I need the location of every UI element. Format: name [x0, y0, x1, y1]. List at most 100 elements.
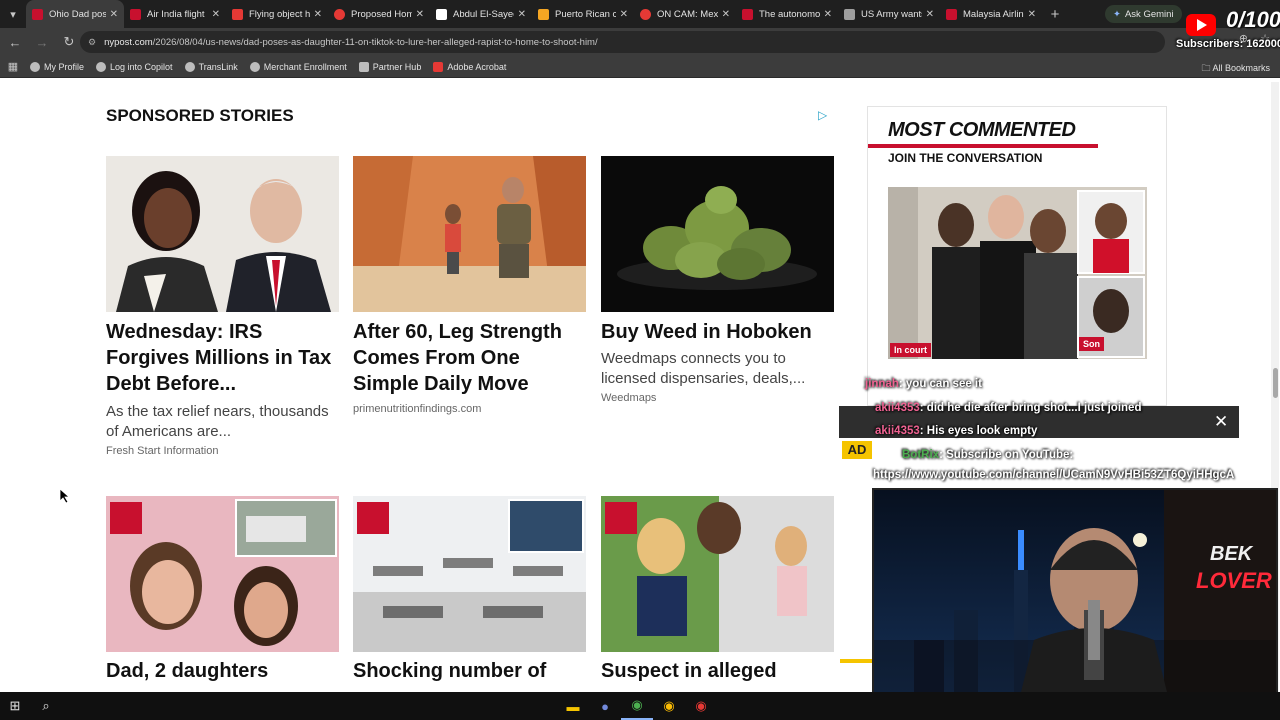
- reload-icon[interactable]: ↻: [57, 30, 81, 54]
- scrollbar-thumb[interactable]: [1273, 368, 1278, 398]
- close-icon[interactable]: ✕: [824, 9, 832, 20]
- bookmark-translink[interactable]: TransLink: [184, 61, 238, 72]
- chat-user: jinnah: [865, 378, 899, 390]
- bookmark-label: My Profile: [44, 61, 85, 72]
- chat-message: akii4353: did he die after bring shot...…: [875, 402, 1141, 414]
- close-icon[interactable]: ✕: [1214, 412, 1228, 432]
- adchoices-icon[interactable]: ▷: [818, 108, 832, 122]
- accent-bar: [868, 144, 1098, 148]
- chat-message: jinnah: you can see it: [865, 378, 982, 390]
- card-title-dad-daughters[interactable]: Dad, 2 daughters: [106, 658, 339, 684]
- adobe-icon: [433, 61, 444, 72]
- taskbar: ⊞ ⌕ ▬ ● ◉ ◉ ◉: [0, 692, 1280, 720]
- sponsored-heading: SPONSORED STORIES: [106, 106, 294, 125]
- subscriber-count: Subscribers: 162000: [1176, 38, 1280, 50]
- ask-gemini-button[interactable]: ✦ Ask Gemini: [1105, 5, 1182, 23]
- card-image-leg-strength[interactable]: [353, 156, 586, 312]
- chat-text: : did he die after bring shot...I just j…: [919, 402, 1142, 414]
- tab-label: Proposed Hom: [351, 8, 412, 20]
- bookmark-adobe-acrobat[interactable]: Adobe Acrobat: [433, 61, 507, 72]
- card-photo: [601, 496, 834, 652]
- new-tab-button[interactable]: +: [1042, 6, 1068, 23]
- tab-label: US Army wants: [861, 8, 922, 20]
- bookmark-merchant-enrollment[interactable]: Merchant Enrollment: [249, 61, 347, 72]
- close-icon[interactable]: ✕: [620, 9, 628, 20]
- close-icon[interactable]: ✕: [212, 9, 220, 20]
- card-image-irs[interactable]: [106, 156, 339, 312]
- chat-user: akii4353: [875, 425, 920, 437]
- tab-9[interactable]: Malaysia Airlin ✕: [940, 0, 1042, 28]
- tab-search-icon[interactable]: ▾: [0, 0, 26, 28]
- card-image-weed[interactable]: [601, 156, 834, 312]
- card-image-classroom[interactable]: [353, 496, 586, 652]
- tab-8[interactable]: US Army wants ✕: [838, 0, 940, 28]
- card-image-suspect[interactable]: [601, 496, 834, 652]
- forward-arrow-icon[interactable]: →: [30, 30, 54, 54]
- card-image-dad-daughters[interactable]: [106, 496, 339, 652]
- tab-label: ON CAM: Mex: [657, 8, 718, 20]
- tab-label: Malaysia Airlin: [963, 8, 1024, 20]
- site-info-icon[interactable]: ⚙: [88, 37, 96, 48]
- tab-6[interactable]: ON CAM: Mex ✕: [634, 0, 736, 28]
- tab-bar: ▾ Ohio Dad poses ✕ Air India flight ✕ Fl…: [0, 0, 1280, 28]
- tab-7[interactable]: The autonomo ✕: [736, 0, 838, 28]
- tab-4[interactable]: Abdul El-Sayed ✕: [430, 0, 532, 28]
- tab-0[interactable]: Ohio Dad poses ✕: [26, 0, 124, 28]
- app-icon[interactable]: ◉: [685, 692, 717, 720]
- apps-grid-icon[interactable]: ▦: [0, 60, 26, 73]
- most-commented-image[interactable]: In court Son: [888, 187, 1147, 359]
- badge-in-court: In court: [890, 343, 931, 357]
- card-photo: [353, 496, 586, 652]
- close-icon[interactable]: ✕: [926, 9, 934, 20]
- card-source-weed[interactable]: Weedmaps: [601, 392, 834, 404]
- card-desc-weed: Weedmaps connects you to licensed dispen…: [601, 350, 806, 387]
- close-icon[interactable]: ✕: [416, 9, 424, 20]
- favicon-icon: [436, 8, 447, 20]
- tab-label: Ohio Dad poses: [49, 8, 106, 20]
- bookmark-copilot[interactable]: Log into Copilot: [96, 61, 173, 72]
- favicon-icon: [844, 8, 855, 20]
- bookmark-label: Merchant Enrollment: [263, 61, 347, 72]
- discord-icon[interactable]: ●: [589, 692, 621, 720]
- tab-3[interactable]: Proposed Hom ✕: [328, 0, 430, 28]
- chrome-profile-icon[interactable]: ◉: [653, 692, 685, 720]
- close-icon[interactable]: ✕: [722, 9, 730, 20]
- close-icon[interactable]: ✕: [1028, 9, 1036, 20]
- chrome-icon[interactable]: ◉: [621, 692, 653, 720]
- card-title-classroom[interactable]: Shocking number of: [353, 658, 586, 684]
- card-source-leg-strength[interactable]: primenutritionfindings.com: [353, 403, 586, 415]
- merchant-icon: [249, 61, 260, 72]
- card-title-irs[interactable]: Wednesday: IRS Forgives Millions in Tax …: [106, 319, 339, 397]
- file-explorer-icon[interactable]: ▬: [557, 692, 589, 720]
- bookmark-partner-hub[interactable]: Partner Hub: [358, 61, 421, 72]
- tab-2[interactable]: Flying object h ✕: [226, 0, 328, 28]
- tab-label: Abdul El-Sayed: [453, 8, 514, 20]
- nypost-favicon-icon: [742, 8, 753, 20]
- join-conversation-link[interactable]: JOIN THE CONVERSATION: [888, 151, 1042, 165]
- chat-link: https://www.youtube.com/channel/UCamN9Vv…: [873, 469, 1235, 481]
- close-icon[interactable]: ✕: [518, 9, 526, 20]
- tab-1[interactable]: Air India flight ✕: [124, 0, 226, 28]
- close-icon[interactable]: ✕: [110, 9, 118, 20]
- back-arrow-icon[interactable]: ←: [3, 30, 27, 54]
- chat-user: akii4353: [875, 402, 920, 414]
- overlay-accent: [840, 659, 872, 663]
- card-source-irs[interactable]: Fresh Start Information: [106, 445, 339, 457]
- bookmarks-bar: ▦ My Profile Log into Copilot TransLink …: [0, 56, 1280, 78]
- card-title-weed[interactable]: Buy Weed in Hoboken: [601, 319, 834, 345]
- all-bookmarks-button[interactable]: 🗀 All Bookmarks: [1201, 61, 1270, 77]
- chat-text: : Subscribe on YouTube:: [939, 449, 1074, 461]
- search-icon[interactable]: ⌕: [30, 692, 62, 720]
- bookmark-label: Log into Copilot: [110, 61, 173, 72]
- card-title-leg-strength[interactable]: After 60, Leg Strength Comes From One Si…: [353, 319, 586, 397]
- tab-label: Air India flight: [147, 8, 205, 20]
- ad-label: AD: [842, 441, 872, 459]
- bookmark-label: Adobe Acrobat: [447, 61, 507, 72]
- card-title-suspect[interactable]: Suspect in alleged: [601, 658, 834, 684]
- address-bar[interactable]: ⚙ nypost.com /2026/08/04/us-news/dad-pos…: [80, 31, 1165, 53]
- badge-son: Son: [1079, 337, 1104, 351]
- tab-5[interactable]: Puerto Rican ci ✕: [532, 0, 634, 28]
- bookmark-my-profile[interactable]: My Profile: [30, 61, 85, 72]
- windows-start-icon[interactable]: ⊞: [0, 692, 30, 720]
- close-icon[interactable]: ✕: [314, 9, 322, 20]
